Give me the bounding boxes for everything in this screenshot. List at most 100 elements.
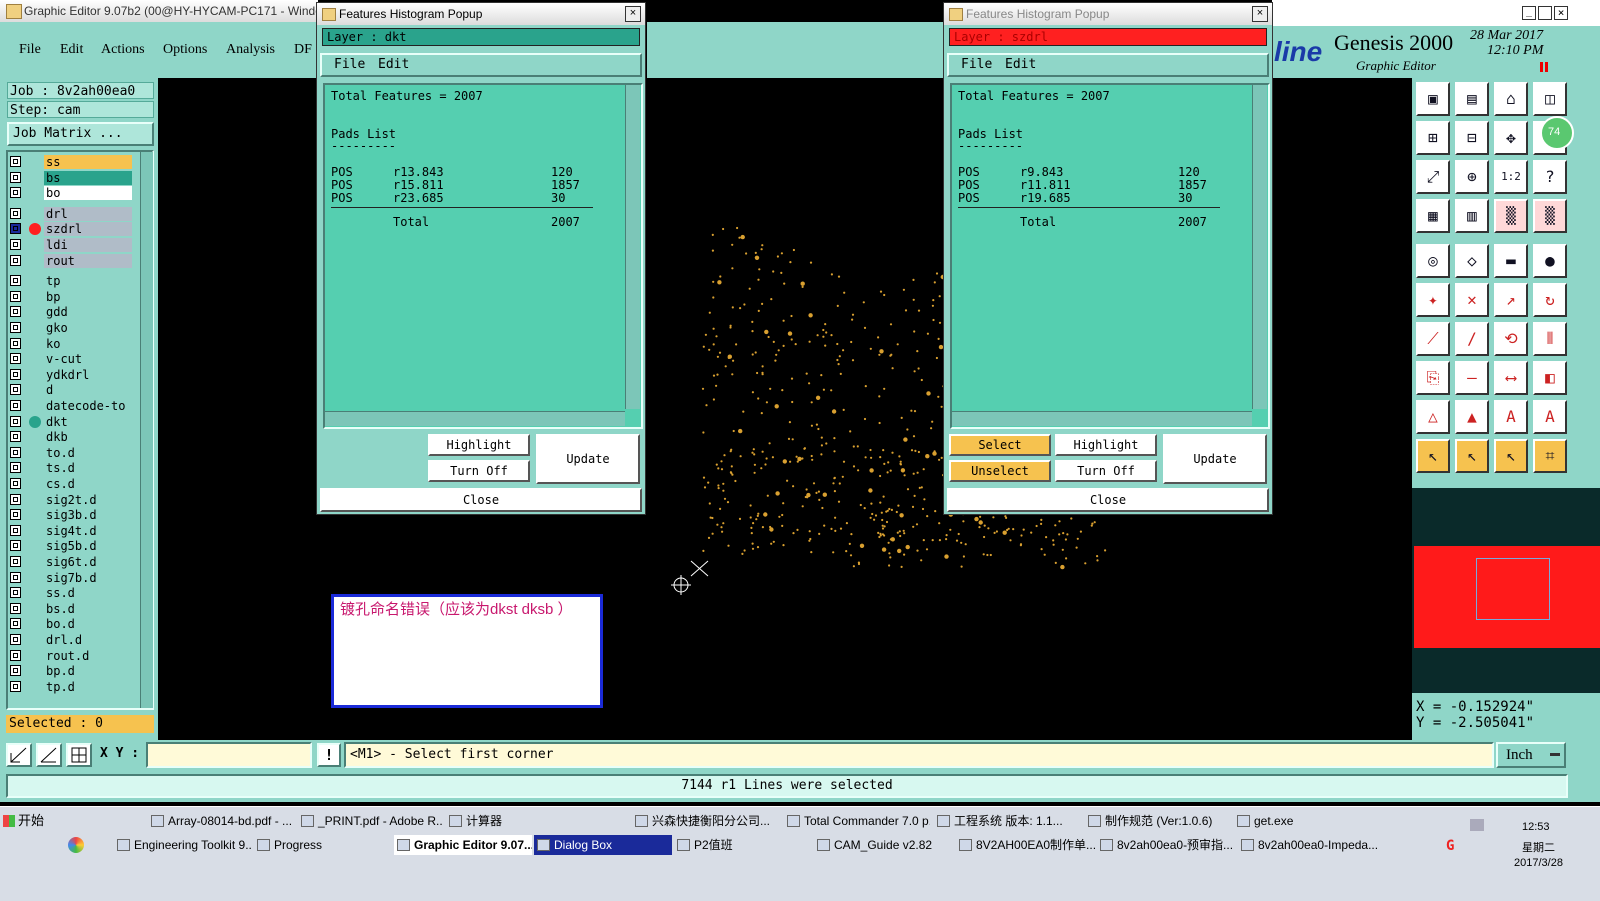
menu-file[interactable]: File [19, 42, 41, 58]
menu-df[interactable]: DF [294, 42, 312, 58]
popup-hscroll[interactable] [325, 411, 625, 426]
ruler-icon[interactable]: ▬ [1494, 244, 1528, 278]
popup-select-button[interactable]: Select [949, 434, 1051, 456]
layer-checkbox[interactable] [10, 665, 21, 677]
taskbar-item[interactable]: CAM_Guide v2.82 [814, 835, 954, 855]
layer-row-drl.d[interactable]: drl.d [8, 633, 140, 648]
job-matrix-button[interactable]: Job Matrix ... [7, 122, 154, 146]
snap-icon[interactable]: ▥ [1455, 199, 1489, 233]
triangle-a-icon[interactable]: △ [1416, 400, 1450, 434]
layer-row-ko[interactable]: ko [8, 336, 140, 352]
query-icon[interactable]: ? [1533, 160, 1567, 194]
layer-row-ss[interactable]: ss [8, 155, 140, 170]
chart-icon[interactable]: ⌗ [1533, 439, 1567, 473]
layer-row-bo.d[interactable]: bo.d [8, 617, 140, 632]
pointer-b-icon[interactable]: ↖ [1455, 439, 1489, 473]
taskbar-item[interactable]: 计算器 [446, 811, 598, 831]
layer-checkbox[interactable] [10, 223, 21, 235]
layer-row-ts.d[interactable]: ts.d [8, 461, 140, 476]
cmd-icon-2[interactable] [36, 743, 62, 767]
layer-checkbox[interactable] [10, 540, 21, 552]
layer-row-sig4t.d[interactable]: sig4t.d [8, 523, 140, 539]
layer-row-sig3b.d[interactable]: sig3b.d [8, 508, 140, 523]
layer-checkbox[interactable] [10, 322, 21, 333]
taskbar-item[interactable]: 制作规范 (Ver:1.0.6) [1085, 811, 1231, 831]
layer-row-v-cut[interactable]: v-cut [8, 352, 140, 367]
layer-checkbox[interactable] [10, 187, 21, 199]
popup-menu-file[interactable]: File [334, 57, 365, 72]
taskbar-item[interactable]: 8V2AH00EA0制作单... [956, 835, 1095, 855]
popup-turn-off-button[interactable]: Turn Off [428, 460, 530, 482]
layer-row-bp.d[interactable]: bp.d [8, 664, 140, 679]
popup-close-button[interactable]: Close [320, 488, 642, 512]
rotate-icon[interactable]: ↻ [1533, 283, 1567, 317]
text-a-icon[interactable]: A [1494, 400, 1528, 434]
popup-highlight-button[interactable]: Highlight [1055, 434, 1157, 456]
layer-checkbox[interactable] [10, 587, 21, 599]
popup-unselect-button[interactable]: Unselect [949, 460, 1051, 482]
popup-hscroll[interactable] [952, 411, 1252, 426]
text-b-icon[interactable]: A [1533, 400, 1567, 434]
layer-checkbox[interactable] [10, 571, 21, 583]
dot-icon[interactable]: ● [1533, 244, 1567, 278]
layer-checkbox[interactable] [10, 368, 21, 380]
grid-icon[interactable]: ▦ [1416, 199, 1450, 233]
layer-checkbox[interactable] [10, 478, 21, 489]
taskbar-item[interactable]: 兴森快捷衡阳分公司... [632, 811, 780, 831]
layer-row-drl[interactable]: drl [8, 206, 140, 222]
layer-checkbox[interactable] [10, 156, 21, 167]
layer-checkbox[interactable] [10, 556, 21, 567]
menu-options[interactable]: Options [163, 42, 207, 58]
home-icon[interactable]: ⌂ [1494, 82, 1528, 116]
fit-icon[interactable]: ⤢ [1416, 160, 1450, 194]
start-button[interactable]: 开始 [0, 811, 56, 831]
rect-select-icon[interactable]: ◎ [1416, 244, 1450, 278]
popup-turn-off-button[interactable]: Turn Off [1055, 460, 1157, 482]
cross-icon[interactable]: ✕ [1455, 283, 1489, 317]
maximize-button[interactable] [1538, 6, 1552, 20]
overview-map[interactable] [1414, 546, 1600, 648]
menu-analysis[interactable]: Analysis [226, 42, 275, 58]
zoom-in-icon[interactable]: ⊞ [1416, 121, 1450, 155]
layer-checkbox[interactable] [10, 306, 21, 318]
layer-checkbox[interactable] [10, 680, 21, 692]
open-icon[interactable]: ▣ [1416, 82, 1450, 116]
layer-row-bs[interactable]: bs [8, 170, 140, 186]
popup-vscroll[interactable] [625, 85, 640, 409]
layer-row-tp.d[interactable]: tp.d [8, 679, 140, 695]
layer-row-cs.d[interactable]: cs.d [8, 477, 140, 492]
layer-row-rout[interactable]: rout [8, 253, 140, 269]
line-icon[interactable]: ⟋ [1416, 322, 1450, 356]
layer-checkbox[interactable] [10, 384, 21, 396]
taskbar-item[interactable]: Graphic Editor 9.07... [394, 835, 532, 855]
layer-row-dkt[interactable]: dkt [8, 414, 140, 430]
layer-visible-dot[interactable] [29, 223, 41, 236]
taskbar-item[interactable]: 8v2ah00ea0-Impeda... [1238, 835, 1378, 855]
xy-input[interactable] [146, 742, 312, 768]
layer-row-ldi[interactable]: ldi [8, 238, 140, 253]
center-icon[interactable]: ⊕ [1455, 160, 1489, 194]
move-icon[interactable]: ↗ [1494, 283, 1528, 317]
save-icon[interactable]: ▤ [1455, 82, 1489, 116]
layer-row-sig2t.d[interactable]: sig2t.d [8, 492, 140, 508]
popup-update-button[interactable]: Update [1163, 434, 1267, 484]
mirror-icon[interactable]: ⫴ [1533, 322, 1567, 356]
layer-row-gko[interactable]: gko [8, 321, 140, 336]
layer-row-bo[interactable]: bo [8, 186, 140, 201]
taskbar-item[interactable]: 8v2ah00ea0-预审指... [1097, 835, 1236, 855]
cmd-icon-3[interactable] [66, 743, 92, 767]
layer-checkbox[interactable] [10, 290, 21, 302]
arc-icon[interactable]: ⟲ [1494, 322, 1528, 356]
layer-checkbox[interactable] [10, 524, 21, 536]
layer-row-sig5b.d[interactable]: sig5b.d [8, 539, 140, 554]
taskbar-item[interactable]: _PRINT.pdf - Adobe R... [298, 811, 442, 831]
layer-checkbox[interactable] [10, 415, 21, 427]
layer-checkbox[interactable] [10, 254, 21, 266]
close-button[interactable]: × [1554, 6, 1568, 20]
slash-icon[interactable]: / [1455, 322, 1489, 356]
layer-checkbox[interactable] [10, 337, 21, 349]
stack-icon[interactable]: ◧ [1533, 361, 1567, 395]
layer-row-d[interactable]: d [8, 383, 140, 398]
ratio-icon[interactable]: 1:2 [1494, 160, 1528, 194]
layer-row-rout.d[interactable]: rout.d [8, 648, 140, 664]
